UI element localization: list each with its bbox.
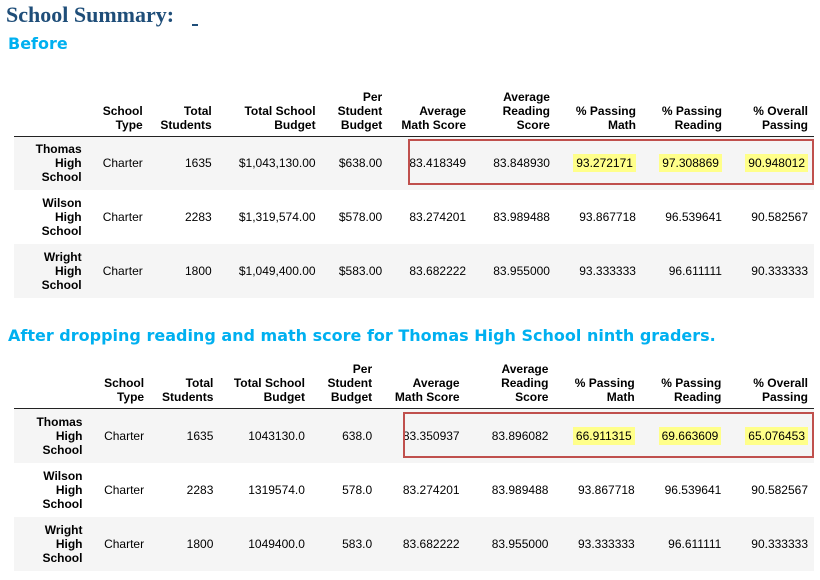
cell: 1049400.0 <box>248 536 305 551</box>
cell: 93.867718 <box>578 482 635 497</box>
cell: $583.00 <box>338 264 383 278</box>
table-row: Wright High School Charter 1800 $1,049,4… <box>14 244 814 298</box>
cell: 93.333333 <box>578 536 635 551</box>
cell: 93.333333 <box>579 264 636 278</box>
cell: 93.867718 <box>579 210 636 224</box>
cell: Charter <box>102 210 143 224</box>
page-title: School Summary: <box>6 2 175 27</box>
cell: 2283 <box>185 210 212 224</box>
cell: 583.0 <box>342 536 373 551</box>
header-row: School Type Total Students Total School … <box>14 86 814 136</box>
cell: 83.989488 <box>493 210 550 224</box>
cell: 83.682222 <box>409 264 467 278</box>
col-header: Per Student Budget <box>337 89 383 132</box>
cell: 96.539641 <box>665 210 722 224</box>
col-header: % Overall Passing <box>753 376 808 404</box>
cell: Charter <box>102 156 143 171</box>
header-row: School Type Total Students Total School … <box>14 362 814 409</box>
cell: $578.00 <box>338 210 383 224</box>
before-table: School Type Total Students Total School … <box>14 86 814 298</box>
col-header: Total Students <box>160 103 212 132</box>
col-header: Average Reading Score <box>501 362 549 404</box>
col-header: % Passing Math <box>574 376 635 404</box>
col-header: Total School Budget <box>233 376 305 404</box>
col-header: Total Students <box>162 376 214 404</box>
after-label: After dropping reading and math score fo… <box>8 326 716 345</box>
cell: 83.955000 <box>491 536 549 551</box>
cell: 96.611111 <box>668 264 722 278</box>
cell: 1800 <box>186 536 214 551</box>
col-header: Average Reading Score <box>502 89 550 132</box>
cell: $638.00 <box>338 156 383 171</box>
cell: 1319574.0 <box>248 482 305 497</box>
cell: 1635 <box>186 428 214 443</box>
table-row: Wilson High School Charter 2283 1319574.… <box>14 462 814 517</box>
col-header: % Passing Math <box>575 103 636 132</box>
title-underline <box>192 24 198 26</box>
row-index: Wilson High School <box>41 196 82 238</box>
cell: 90.582567 <box>751 482 808 497</box>
cell: 90.333333 <box>751 264 808 278</box>
cell: $1,043,130.00 <box>238 156 316 171</box>
cell: 1635 <box>185 156 212 171</box>
col-header: % Passing Reading <box>661 103 722 132</box>
cell: 638.0 <box>342 428 373 443</box>
cell: 1043130.0 <box>248 428 305 443</box>
cell: Charter <box>102 264 143 278</box>
cell: 83.274201 <box>402 482 460 497</box>
col-header: School Type <box>102 103 143 132</box>
cell: $1,049,400.00 <box>238 264 316 278</box>
col-header: Average Math Score <box>401 103 467 132</box>
after-table: School Type Total Students Total School … <box>14 362 814 571</box>
cell: 83.989488 <box>491 482 549 497</box>
col-header: Per Student Budget <box>327 362 373 404</box>
row-index: Wright High School <box>42 522 83 565</box>
row-index: Wright High School <box>41 250 82 292</box>
before-label: Before <box>8 34 68 53</box>
row-index: Thomas High School <box>36 414 83 457</box>
row-index: Thomas High School <box>35 142 82 185</box>
highlight-box <box>408 139 814 185</box>
table-row: Wright High School Charter 1800 1049400.… <box>14 516 814 571</box>
cell: 96.539641 <box>664 482 722 497</box>
cell: 83.682222 <box>402 536 460 551</box>
cell: 2283 <box>186 482 214 497</box>
col-header: % Overall Passing <box>753 103 808 132</box>
col-header: School Type <box>104 376 145 404</box>
cell: 96.611111 <box>668 536 722 551</box>
cell: 83.274201 <box>409 210 467 224</box>
cell: 90.333333 <box>751 536 808 551</box>
col-header: Total School Budget <box>244 103 316 132</box>
index-header <box>14 86 88 136</box>
col-header: % Passing Reading <box>661 376 722 404</box>
cell: 1800 <box>185 264 212 278</box>
cell: 90.582567 <box>751 210 808 224</box>
cell: $1,319,574.00 <box>238 210 316 224</box>
row-index: Wilson High School <box>42 468 83 511</box>
cell: Charter <box>104 536 145 551</box>
highlight-box <box>403 412 814 458</box>
cell: 578.0 <box>342 482 373 497</box>
index-header <box>14 362 88 409</box>
col-header: Average Math Score <box>394 376 460 404</box>
cell: 83.955000 <box>493 264 550 278</box>
cell: Charter <box>104 482 145 497</box>
cell: Charter <box>104 428 145 443</box>
table-row: Wilson High School Charter 2283 $1,319,5… <box>14 190 814 244</box>
